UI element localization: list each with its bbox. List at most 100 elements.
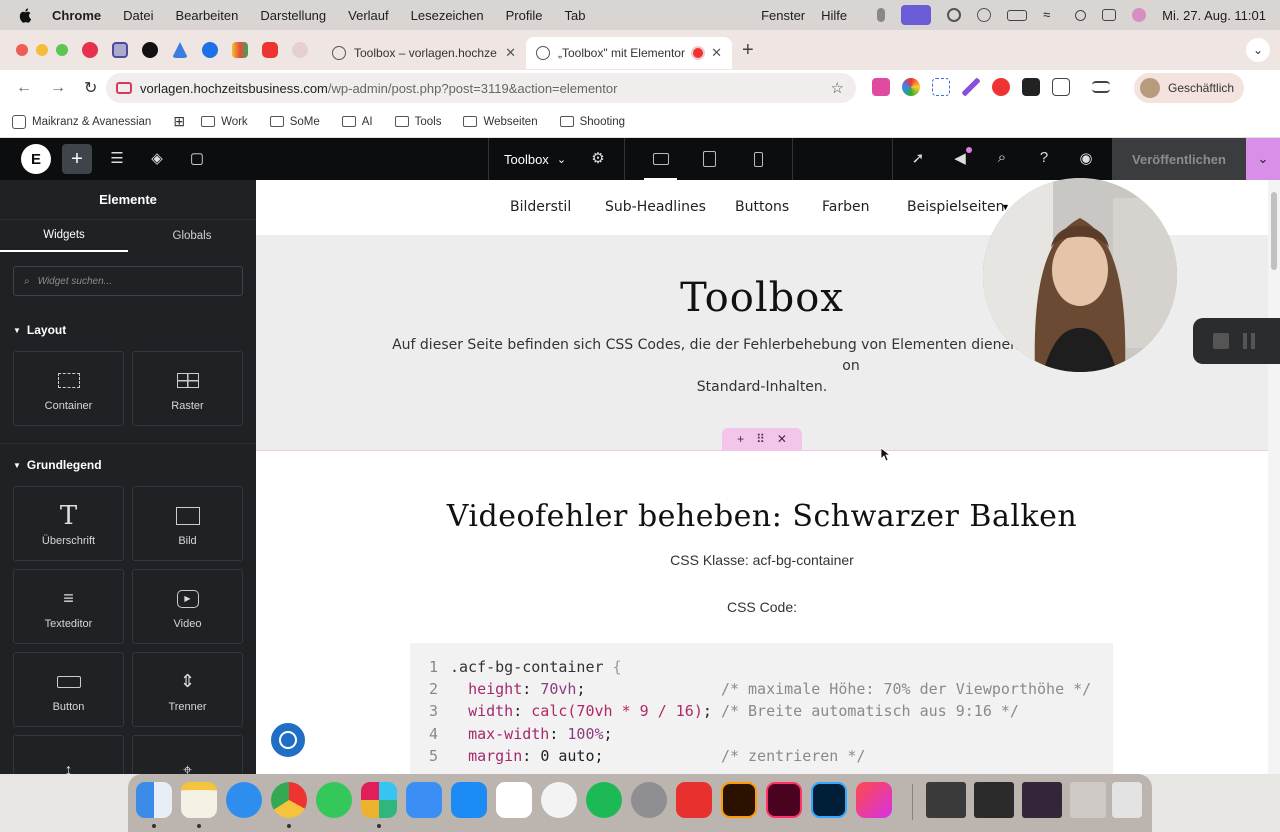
menu-lesezeichen[interactable]: Lesezeichen bbox=[411, 8, 484, 23]
desktop-mode-button[interactable] bbox=[636, 138, 685, 180]
nav-farben[interactable]: Farben bbox=[822, 199, 869, 215]
menu-tab[interactable]: Tab bbox=[564, 8, 585, 23]
widget-spacer[interactable]: ↕ bbox=[13, 735, 124, 774]
canvas-scrollbar[interactable] bbox=[1268, 180, 1280, 774]
illustrator-icon[interactable] bbox=[721, 782, 757, 818]
video-fix-section[interactable]: Videofehler beheben: Schwarzer Balken CS… bbox=[256, 450, 1268, 774]
extension-icon[interactable] bbox=[932, 78, 950, 96]
slack-icon[interactable] bbox=[361, 782, 397, 818]
bookmark-webseiten[interactable]: Webseiten bbox=[463, 116, 538, 128]
new-tab-button[interactable]: + bbox=[742, 39, 754, 62]
section-layout-header[interactable]: ▼ Layout bbox=[13, 323, 66, 337]
close-tab-icon[interactable]: ✕ bbox=[505, 45, 516, 61]
tablet-mode-button[interactable] bbox=[685, 138, 734, 180]
elementor-logo-icon[interactable]: E bbox=[21, 144, 51, 174]
code-block[interactable]: 1 .acf-bg-container { 2 height: 70vh; /*… bbox=[410, 643, 1113, 774]
notes-comment-icon[interactable]: ▢ bbox=[187, 149, 207, 169]
scrollbar-thumb[interactable] bbox=[1271, 192, 1277, 270]
tab-globals[interactable]: Globals bbox=[128, 220, 256, 252]
bookmark-star-icon[interactable]: ☆ bbox=[831, 79, 844, 97]
menu-bearbeiten[interactable]: Bearbeiten bbox=[175, 8, 238, 23]
bookmark-some[interactable]: SoMe bbox=[269, 116, 320, 128]
profile-button[interactable]: Geschäftlich bbox=[1134, 73, 1244, 103]
wifi-icon[interactable]: ≈ bbox=[1043, 8, 1059, 22]
rocket-launch-icon[interactable]: ➚ bbox=[908, 149, 928, 169]
freeform-icon[interactable] bbox=[496, 782, 532, 818]
nav-bilderstil[interactable]: Bilderstil bbox=[510, 199, 571, 215]
address-bar[interactable]: vorlagen.hochzeitsbusiness.com/wp-admin/… bbox=[106, 73, 856, 103]
pause-recording-icon[interactable] bbox=[1243, 333, 1255, 349]
menu-profile[interactable]: Profile bbox=[506, 8, 543, 23]
forward-arrow-icon[interactable]: → bbox=[50, 79, 68, 97]
notes-icon[interactable] bbox=[181, 782, 217, 818]
extension-icon[interactable] bbox=[902, 78, 920, 96]
widget-google-maps[interactable]: ⌖ bbox=[132, 735, 243, 774]
close-window-button[interactable] bbox=[16, 44, 28, 56]
publish-button[interactable]: Veröffentlichen bbox=[1112, 138, 1246, 180]
app-store-icon[interactable] bbox=[451, 782, 487, 818]
finder-icon[interactable] bbox=[136, 782, 172, 818]
signal-icon[interactable] bbox=[541, 782, 577, 818]
reload-icon[interactable]: ↻ bbox=[84, 78, 102, 98]
puzzle-icon[interactable] bbox=[1052, 78, 1070, 96]
add-element-button[interactable]: + bbox=[62, 144, 92, 174]
search-icon[interactable] bbox=[1075, 9, 1087, 21]
section-grundlegend-header[interactable]: ▼ Grundlegend bbox=[13, 458, 102, 472]
reading-list-icon[interactable] bbox=[1092, 81, 1110, 93]
help-icon[interactable]: ? bbox=[1034, 149, 1054, 169]
microphone-icon[interactable] bbox=[877, 8, 886, 22]
bookmark-tools[interactable]: Tools bbox=[394, 116, 441, 128]
photoshop-icon[interactable] bbox=[811, 782, 847, 818]
widget-text-editor[interactable]: ≡ Texteditor bbox=[13, 569, 124, 644]
document-dropdown[interactable]: Toolbox ⌄ bbox=[488, 138, 566, 180]
nav-sub-headlines[interactable]: Sub-Headlines bbox=[605, 199, 706, 215]
widget-heading[interactable]: T Überschrift bbox=[13, 486, 124, 561]
extension-icon[interactable] bbox=[962, 78, 980, 96]
add-section-icon[interactable]: + bbox=[737, 432, 744, 446]
bookmark-maikranz[interactable]: Maikranz & Avanessian bbox=[12, 114, 151, 129]
widget-image[interactable]: Bild bbox=[132, 486, 243, 561]
site-info-icon[interactable] bbox=[116, 82, 132, 94]
pinned-tab-icon[interactable] bbox=[292, 42, 308, 58]
page-settings-gear-icon[interactable]: ⚙ bbox=[588, 149, 608, 169]
widget-button[interactable]: Button bbox=[13, 652, 124, 727]
structure-layers-icon[interactable]: ◈ bbox=[147, 149, 167, 169]
menu-datei[interactable]: Datei bbox=[123, 8, 153, 23]
publish-options-chevron-icon[interactable]: ⌄ bbox=[1246, 138, 1280, 180]
menu-app-name[interactable]: Chrome bbox=[52, 8, 101, 23]
control-center-icon[interactable] bbox=[1102, 9, 1117, 21]
chrome-icon[interactable] bbox=[271, 782, 307, 818]
preview-eye-icon[interactable]: ◉ bbox=[1076, 149, 1096, 169]
nav-buttons[interactable]: Buttons bbox=[735, 199, 789, 215]
extension-icon[interactable] bbox=[1022, 78, 1040, 96]
screen-record-icon[interactable] bbox=[947, 8, 962, 22]
pinned-tab-icon[interactable] bbox=[232, 42, 248, 58]
pinned-tab-icon[interactable] bbox=[112, 42, 128, 58]
battery-icon[interactable] bbox=[1007, 9, 1028, 21]
menubar-clock[interactable]: Mi. 27. Aug. 11:01 bbox=[1162, 8, 1266, 23]
minimize-window-button[interactable] bbox=[36, 44, 48, 56]
whatsapp-icon[interactable] bbox=[316, 782, 352, 818]
bookmark-shooting[interactable]: Shooting bbox=[559, 116, 625, 128]
tab-search-chevron-icon[interactable]: ⌄ bbox=[1246, 38, 1270, 62]
close-tab-icon[interactable]: ✕ bbox=[711, 45, 722, 61]
apple-icon[interactable] bbox=[18, 7, 34, 23]
spotify-icon[interactable] bbox=[586, 782, 622, 818]
drag-handle-icon[interactable]: ⠿ bbox=[756, 432, 765, 446]
screen-share-icon[interactable] bbox=[901, 5, 932, 25]
delete-section-icon[interactable]: ✕ bbox=[777, 432, 787, 446]
menu-hilfe[interactable]: Hilfe bbox=[821, 8, 847, 23]
stop-recording-icon[interactable] bbox=[1213, 333, 1229, 349]
site-settings-icon[interactable]: ☰ bbox=[107, 149, 127, 169]
recent-window-thumbnail[interactable] bbox=[1022, 782, 1062, 818]
siri-icon[interactable] bbox=[1132, 8, 1147, 22]
apps-grid[interactable]: ⊞ bbox=[173, 113, 185, 130]
recent-window-thumbnail[interactable] bbox=[974, 782, 1014, 818]
safari-icon[interactable] bbox=[226, 782, 262, 818]
widget-divider[interactable]: ⇕ Trenner bbox=[132, 652, 243, 727]
recent-window-thumbnail[interactable] bbox=[1070, 782, 1106, 818]
pinned-tab-icon[interactable] bbox=[82, 42, 98, 58]
navigator-widget-button[interactable] bbox=[268, 720, 308, 760]
widget-search-input[interactable]: ⌕ Widget suchen... bbox=[13, 266, 243, 296]
widget-raster[interactable]: Raster bbox=[132, 351, 243, 426]
